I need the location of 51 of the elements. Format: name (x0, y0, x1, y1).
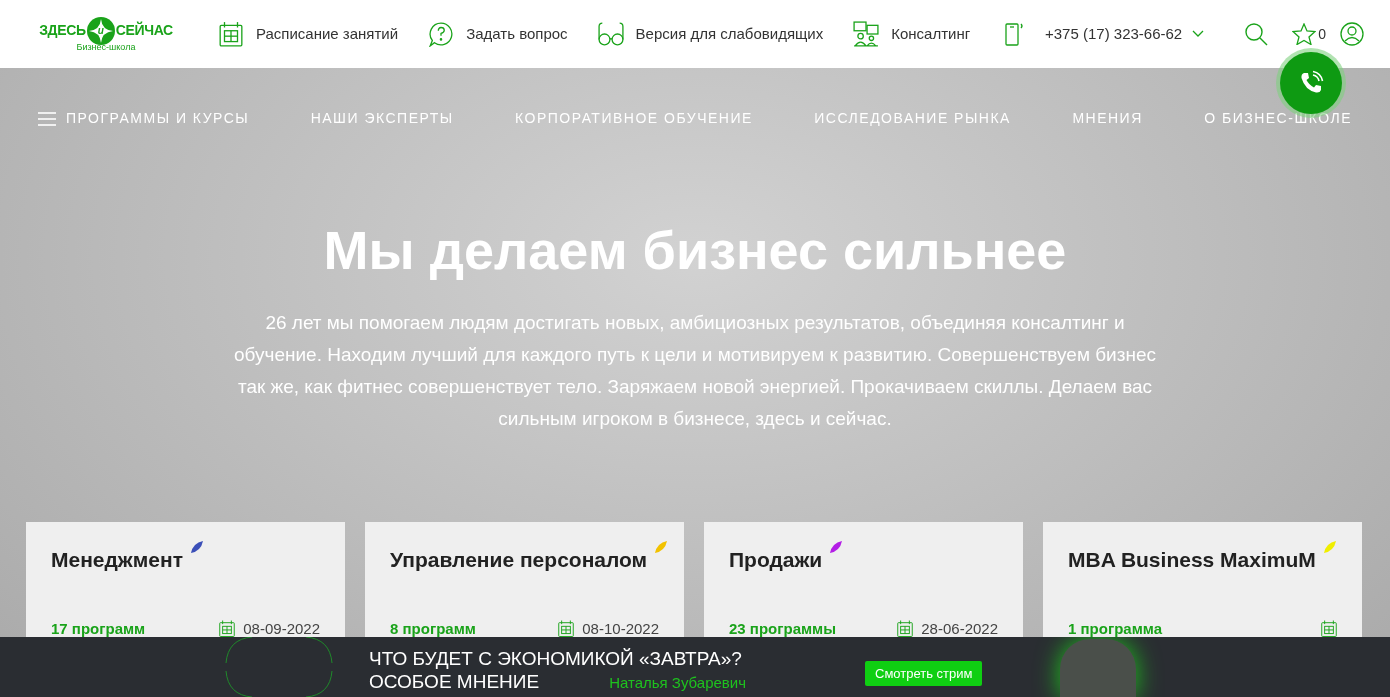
nav-link[interactable]: МНЕНИЯ (1072, 108, 1143, 129)
star-icon[interactable] (1292, 23, 1317, 45)
watch-stream-button[interactable]: Смотреть стрим (865, 661, 983, 686)
category-card[interactable]: MBA Business MaximuM 1 программа (1043, 522, 1362, 637)
header-link[interactable]: Расписание занятий (256, 22, 399, 46)
logo-emblem-icon (86, 16, 115, 45)
card-title: Управление персоналом (390, 547, 648, 573)
nav-link[interactable]: О БИЗНЕС-ШКОЛЕ (1204, 108, 1352, 129)
category-card[interactable]: Менеджмент 17 программ 08-09-2022 (26, 522, 345, 637)
user-icon[interactable] (1340, 22, 1364, 46)
logo-text: СЕЙЧАС (115, 20, 173, 40)
header-link[interactable]: Консалтинг (891, 22, 971, 46)
category-card[interactable]: Продажи 23 программы 28-06-2022 (704, 522, 1023, 637)
header-link[interactable]: Версия для слабовидящих (635, 22, 824, 46)
favorites-count: 0 (1318, 24, 1326, 44)
speaker-name: Наталья Зубаревич (609, 673, 747, 693)
calendar-icon (218, 21, 244, 47)
card-title: MBA Business MaximuM (1068, 547, 1316, 573)
calendar-icon (219, 620, 236, 637)
program-count[interactable]: 17 программ (51, 620, 146, 637)
calendar-icon (897, 620, 914, 637)
call-button[interactable] (1280, 52, 1342, 114)
banner-headline: ЧТО БУДЕТ С ЭКОНОМИКОЙ «ЗАВТРА»? (369, 648, 743, 670)
people-meeting-icon (853, 21, 880, 47)
banner-headline: ОСОБОЕ МНЕНИЕ (369, 670, 540, 694)
nav-link[interactable]: НАШИ ЭКСПЕРТЫ (310, 108, 454, 129)
nav-link[interactable]: ИССЛЕДОВАНИЕ РЫНКА (814, 108, 1011, 129)
program-count[interactable]: 23 программы (729, 620, 836, 637)
logo-letter: и (97, 24, 104, 38)
calendar-icon (1321, 620, 1337, 637)
phone-icon (1298, 70, 1324, 96)
card-date: 08-10-2022 (582, 620, 659, 637)
card-title: Менеджмент (51, 547, 183, 573)
program-count[interactable]: 8 программ (390, 620, 476, 637)
program-count[interactable]: 1 программа (1068, 620, 1162, 637)
category-card[interactable]: Управление персоналом 8 программ 08-10-2022 (365, 522, 684, 637)
menu-icon[interactable] (38, 111, 56, 126)
card-title: Продажи (729, 547, 823, 573)
calendar-icon (558, 620, 575, 637)
glasses-icon (597, 21, 624, 47)
phone-link[interactable]: +375 (17) 323-66-62 (1045, 22, 1183, 46)
logo-text: ЗДЕСЬ (39, 21, 86, 40)
promo-banner[interactable]: ЧТО БУДЕТ С ЭКОНОМИКОЙ «ЗАВТРА»? ОСОБОЕ МНЕНИЕ Наталья Зубаревич Смотреть стрим (0, 637, 1390, 697)
nav-link[interactable]: ПРОГРАММЫ И КУРСЫ (66, 108, 250, 129)
header-link[interactable]: Задать вопрос (466, 22, 568, 46)
search-icon[interactable] (1244, 22, 1269, 46)
question-bubble-icon (428, 21, 455, 47)
card-date: 28-06-2022 (921, 620, 998, 637)
card-date: 08-09-2022 (243, 620, 320, 637)
logo-subtitle: Бизнес-школа (76, 42, 136, 52)
chevron-down-icon[interactable] (1192, 30, 1205, 38)
